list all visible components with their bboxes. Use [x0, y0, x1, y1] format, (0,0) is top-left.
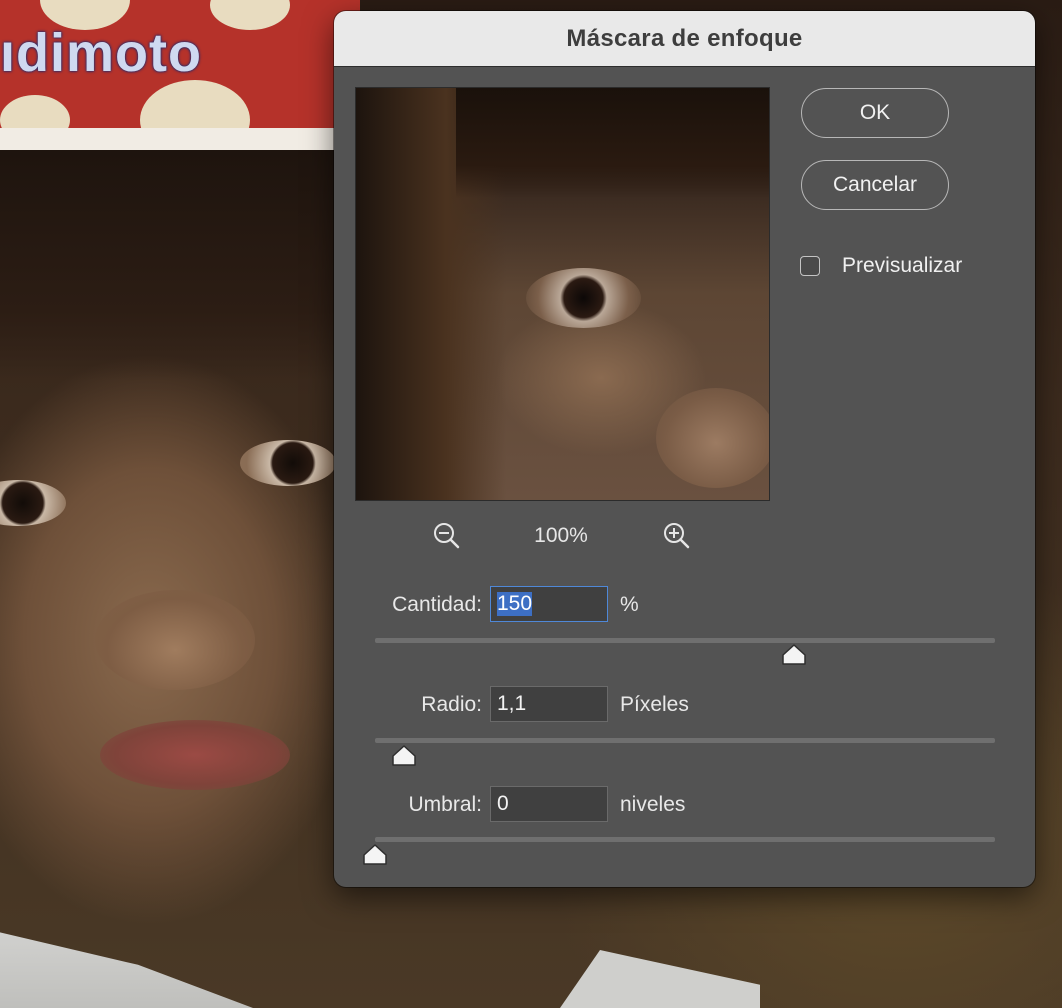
zoom-out-icon	[434, 523, 460, 549]
threshold-input[interactable]: 0	[490, 786, 608, 822]
cap-dot	[210, 0, 290, 30]
nose	[95, 590, 255, 690]
amount-input[interactable]: 150	[490, 586, 608, 622]
radius-unit: Píxeles	[620, 693, 689, 716]
radius-value: 1,1	[497, 692, 527, 715]
amount-slider-track[interactable]	[375, 638, 995, 643]
ok-button[interactable]: OK	[801, 88, 949, 138]
threshold-unit: niveles	[620, 793, 686, 816]
zoom-level: 100%	[534, 524, 588, 547]
lips	[100, 720, 290, 790]
preview-image-part	[456, 88, 769, 198]
preview-toggle[interactable]: Previsualizar	[800, 251, 962, 281]
radius-input[interactable]: 1,1	[490, 686, 608, 722]
radius-slider-thumb[interactable]	[391, 745, 417, 767]
hair	[0, 150, 340, 380]
preview-checkbox-label: Previsualizar	[842, 254, 963, 277]
cap-logo-text: ıdimoto	[0, 23, 202, 83]
threshold-label: Umbral:	[408, 793, 482, 816]
amount-label: Cantidad:	[392, 593, 482, 616]
amount-slider-thumb[interactable]	[781, 644, 807, 666]
preview-image-part	[526, 268, 641, 328]
eye	[240, 440, 336, 486]
unsharp-mask-dialog: Máscara de enfoque 100% OK Cancelar Prev…	[334, 11, 1035, 887]
preview-image-part	[656, 388, 769, 488]
zoom-controls: 100%	[355, 516, 768, 556]
threshold-slider-thumb[interactable]	[362, 844, 388, 866]
threshold-slider-track[interactable]	[375, 837, 995, 842]
radius-label: Radio:	[421, 693, 482, 716]
amount-value: 150	[497, 592, 533, 616]
radius-slider-track[interactable]	[375, 738, 995, 743]
threshold-value: 0	[497, 792, 509, 815]
cancel-button[interactable]: Cancelar	[801, 160, 949, 210]
zoom-in-button[interactable]	[661, 520, 693, 552]
zoom-out-button[interactable]	[431, 520, 463, 552]
dialog-title: Máscara de enfoque	[566, 24, 803, 52]
zoom-in-icon	[664, 523, 690, 549]
preview-checkbox[interactable]	[800, 256, 820, 276]
amount-unit: %	[620, 593, 639, 616]
dialog-titlebar[interactable]: Máscara de enfoque	[334, 11, 1035, 67]
preview-pane[interactable]	[355, 87, 770, 501]
